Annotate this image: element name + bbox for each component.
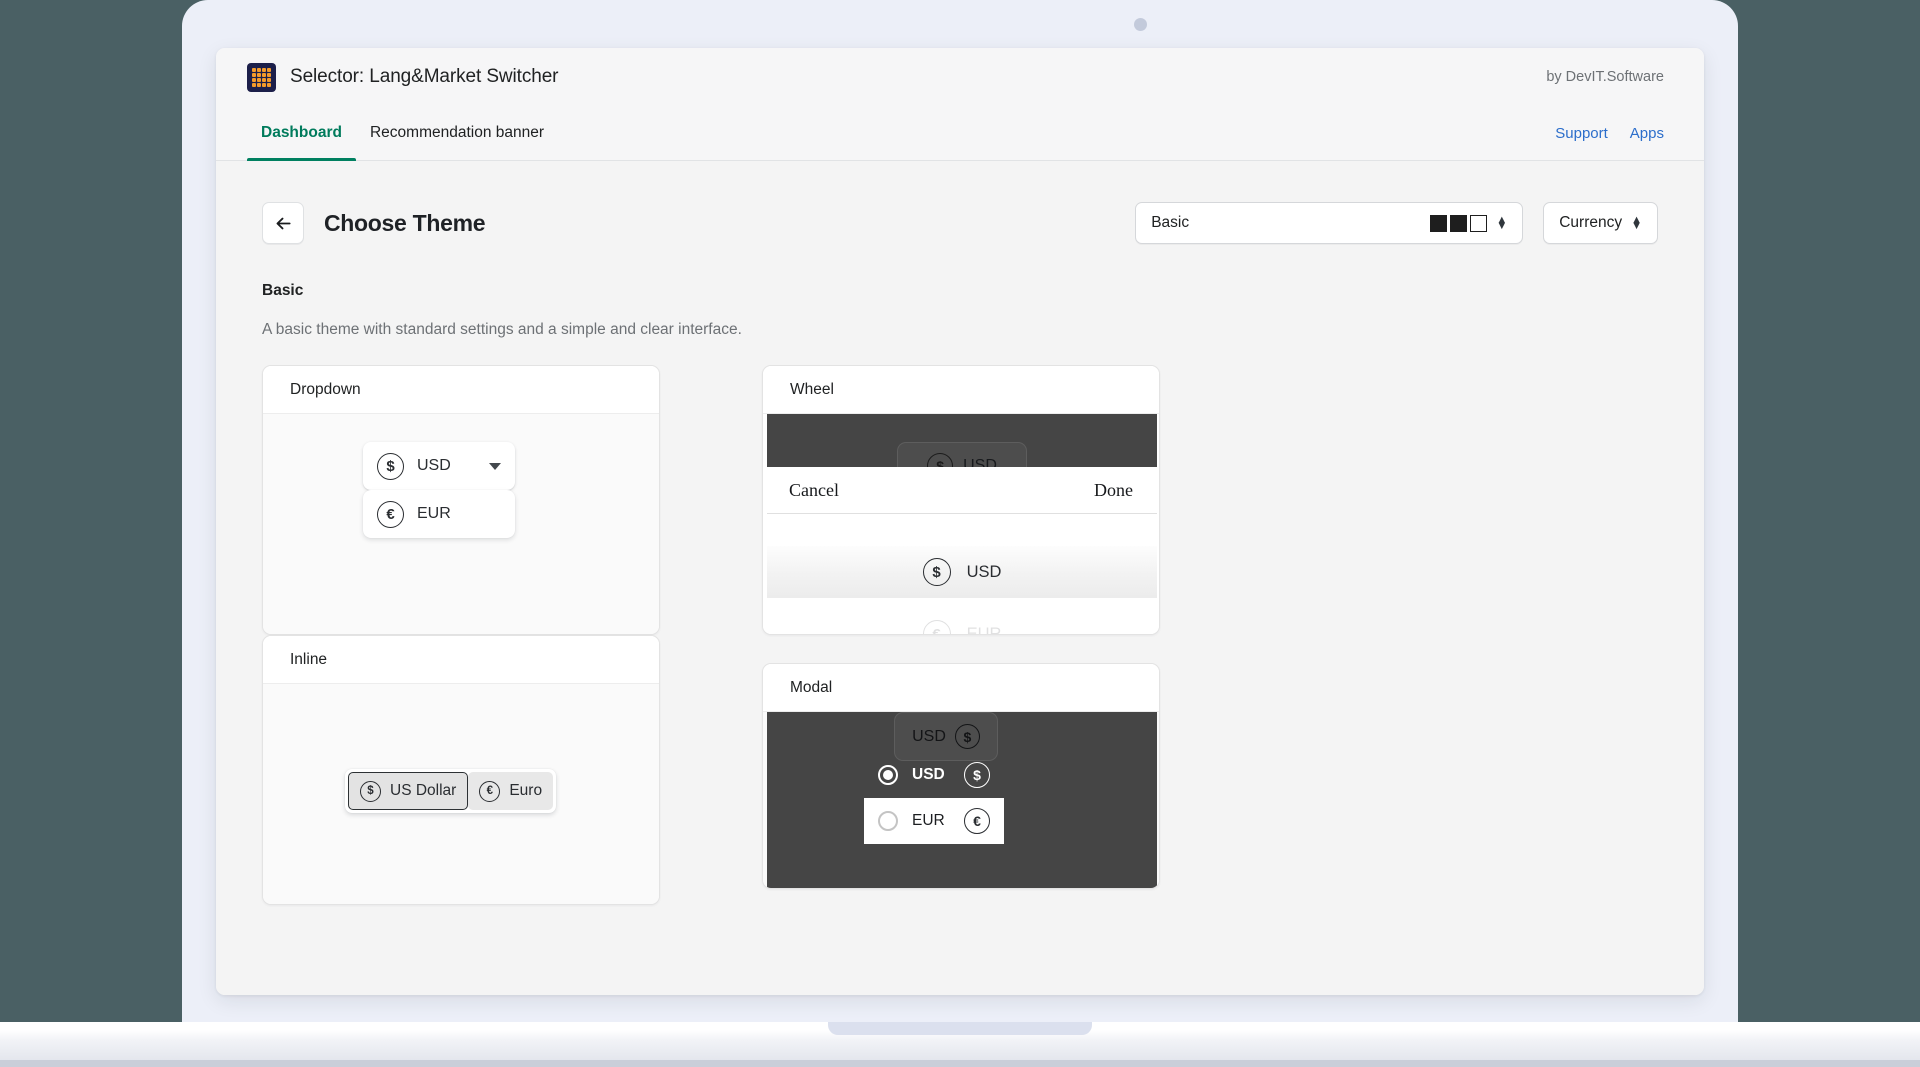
laptop-camera-dot <box>1134 18 1147 31</box>
dollar-coin-icon: $ <box>922 558 951 586</box>
theme-swatch-3 <box>1470 214 1488 232</box>
inline-segmented-control: $ US Dollar € Euro <box>345 769 557 813</box>
page-header: Choose Theme Basic ▲ ▼ Currency ▲ ▼ <box>262 202 1658 244</box>
modal-option-eur-label: EUR <box>912 812 945 829</box>
app-window: Selector: Lang&Market Switcher by DevIT.… <box>216 48 1704 995</box>
dropdown-trigger[interactable]: $ USD <box>363 442 515 490</box>
inline-segment-label: US Dollar <box>390 782 457 799</box>
theme-cards-grid: Dropdown $ USD € EUR Wheel $ USD Cancel … <box>262 365 1658 905</box>
theme-card-inline[interactable]: Inline $ US Dollar € Euro <box>262 635 660 905</box>
modal-option-usd-label: USD <box>912 766 945 783</box>
card-title-modal: Modal <box>763 664 1159 712</box>
euro-coin-icon: € <box>964 808 990 834</box>
tab-recommendation-banner[interactable]: Recommendation banner <box>356 106 558 160</box>
dropdown-option-label: EUR <box>417 505 451 522</box>
laptop-base-notch <box>828 1022 1092 1035</box>
card-slot: Inline $ US Dollar € Euro <box>262 635 762 905</box>
app-vendor: by DevIT.Software <box>1546 69 1664 85</box>
modal-option-eur[interactable]: EUR € <box>864 798 1004 844</box>
dropdown-trigger-label: USD <box>417 457 451 474</box>
tab-dashboard[interactable]: Dashboard <box>247 106 356 161</box>
apps-link[interactable]: Apps <box>1630 125 1664 142</box>
section-description: A basic theme with standard settings and… <box>262 321 742 338</box>
app-tabbar: Dashboard Recommendation banner Support … <box>216 106 1704 161</box>
page-header-controls: Basic ▲ ▼ Currency ▲ ▼ <box>1135 202 1658 244</box>
card-title-inline: Inline <box>263 636 659 684</box>
dollar-coin-icon: $ <box>954 724 980 749</box>
section-title: Basic <box>262 282 304 299</box>
page-title: Choose Theme <box>324 209 486 236</box>
card-title-wheel: Wheel <box>763 366 1159 414</box>
card-preview-modal: USD $ USD $ EUR € <box>763 712 1159 888</box>
theme-card-dropdown[interactable]: Dropdown $ USD € EUR <box>262 365 660 635</box>
theme-select[interactable]: Basic ▲ ▼ <box>1135 202 1524 244</box>
card-slot: Modal USD $ USD $ EUR € <box>762 663 1262 905</box>
wheel-row-usd-label: USD <box>966 562 1002 581</box>
wheel-row-eur-label: EUR <box>966 624 1002 635</box>
currency-select-value: Currency <box>1559 214 1623 231</box>
dollar-coin-icon: $ <box>377 452 404 480</box>
wheel-divider <box>767 513 1157 514</box>
wheel-action-bar: Cancel Done <box>763 467 1159 513</box>
card-preview-wheel: $ USD Cancel Done $ USD € EUR <box>763 414 1159 634</box>
inline-segment-label: Euro <box>509 782 543 799</box>
select-stepper-icon: ▲ ▼ <box>1496 213 1508 232</box>
dollar-coin-icon: $ <box>360 780 381 802</box>
modal-ghost-chip-label: USD <box>912 727 946 745</box>
chevron-down-icon <box>489 462 501 470</box>
dropdown-option-eur[interactable]: € EUR <box>363 490 515 538</box>
theme-swatches <box>1430 214 1488 232</box>
grid-app-icon <box>247 62 276 92</box>
card-slot: Dropdown $ USD € EUR <box>262 365 762 635</box>
wheel-row-eur[interactable]: € EUR <box>767 614 1157 634</box>
laptop-base-shadow <box>0 1060 1920 1067</box>
back-button[interactable] <box>262 202 304 244</box>
currency-select[interactable]: Currency ▲ ▼ <box>1543 202 1658 244</box>
theme-select-value: Basic <box>1151 214 1190 231</box>
modal-option-usd[interactable]: USD $ <box>864 752 1004 798</box>
wheel-cancel-button[interactable]: Cancel <box>789 480 839 501</box>
app-topbar: Selector: Lang&Market Switcher by DevIT.… <box>216 48 1704 106</box>
tabbar-right-links: Support Apps <box>1555 106 1664 160</box>
arrow-left-icon <box>276 217 291 229</box>
card-preview-inline: $ US Dollar € Euro <box>263 684 659 904</box>
euro-coin-icon: € <box>479 780 501 802</box>
card-preview-dropdown: $ USD € EUR <box>263 414 659 634</box>
dollar-coin-icon: $ <box>964 762 990 788</box>
theme-swatch-2 <box>1450 214 1468 232</box>
theme-swatch-1 <box>1430 214 1448 232</box>
support-link[interactable]: Support <box>1555 125 1608 142</box>
inline-segment-euro[interactable]: € Euro <box>468 772 554 810</box>
inline-segment-us-dollar[interactable]: $ US Dollar <box>348 772 469 810</box>
wheel-done-button[interactable]: Done <box>1094 480 1133 501</box>
app-content: Choose Theme Basic ▲ ▼ Currency ▲ ▼ Basi… <box>216 161 1704 995</box>
euro-coin-icon: € <box>377 500 404 528</box>
euro-coin-icon: € <box>922 620 951 634</box>
card-slot: Wheel $ USD Cancel Done $ USD € EUR <box>762 365 1262 635</box>
card-title-dropdown: Dropdown <box>263 366 659 414</box>
theme-card-wheel[interactable]: Wheel $ USD Cancel Done $ USD € EUR <box>762 365 1160 635</box>
wheel-row-usd[interactable]: $ USD <box>767 546 1157 598</box>
radio-selected-icon <box>878 765 898 785</box>
app-title: Selector: Lang&Market Switcher <box>290 66 559 87</box>
theme-card-modal[interactable]: Modal USD $ USD $ EUR € <box>762 663 1160 889</box>
radio-unselected-icon <box>878 811 898 831</box>
select-stepper-icon: ▲ ▼ <box>1631 213 1642 232</box>
